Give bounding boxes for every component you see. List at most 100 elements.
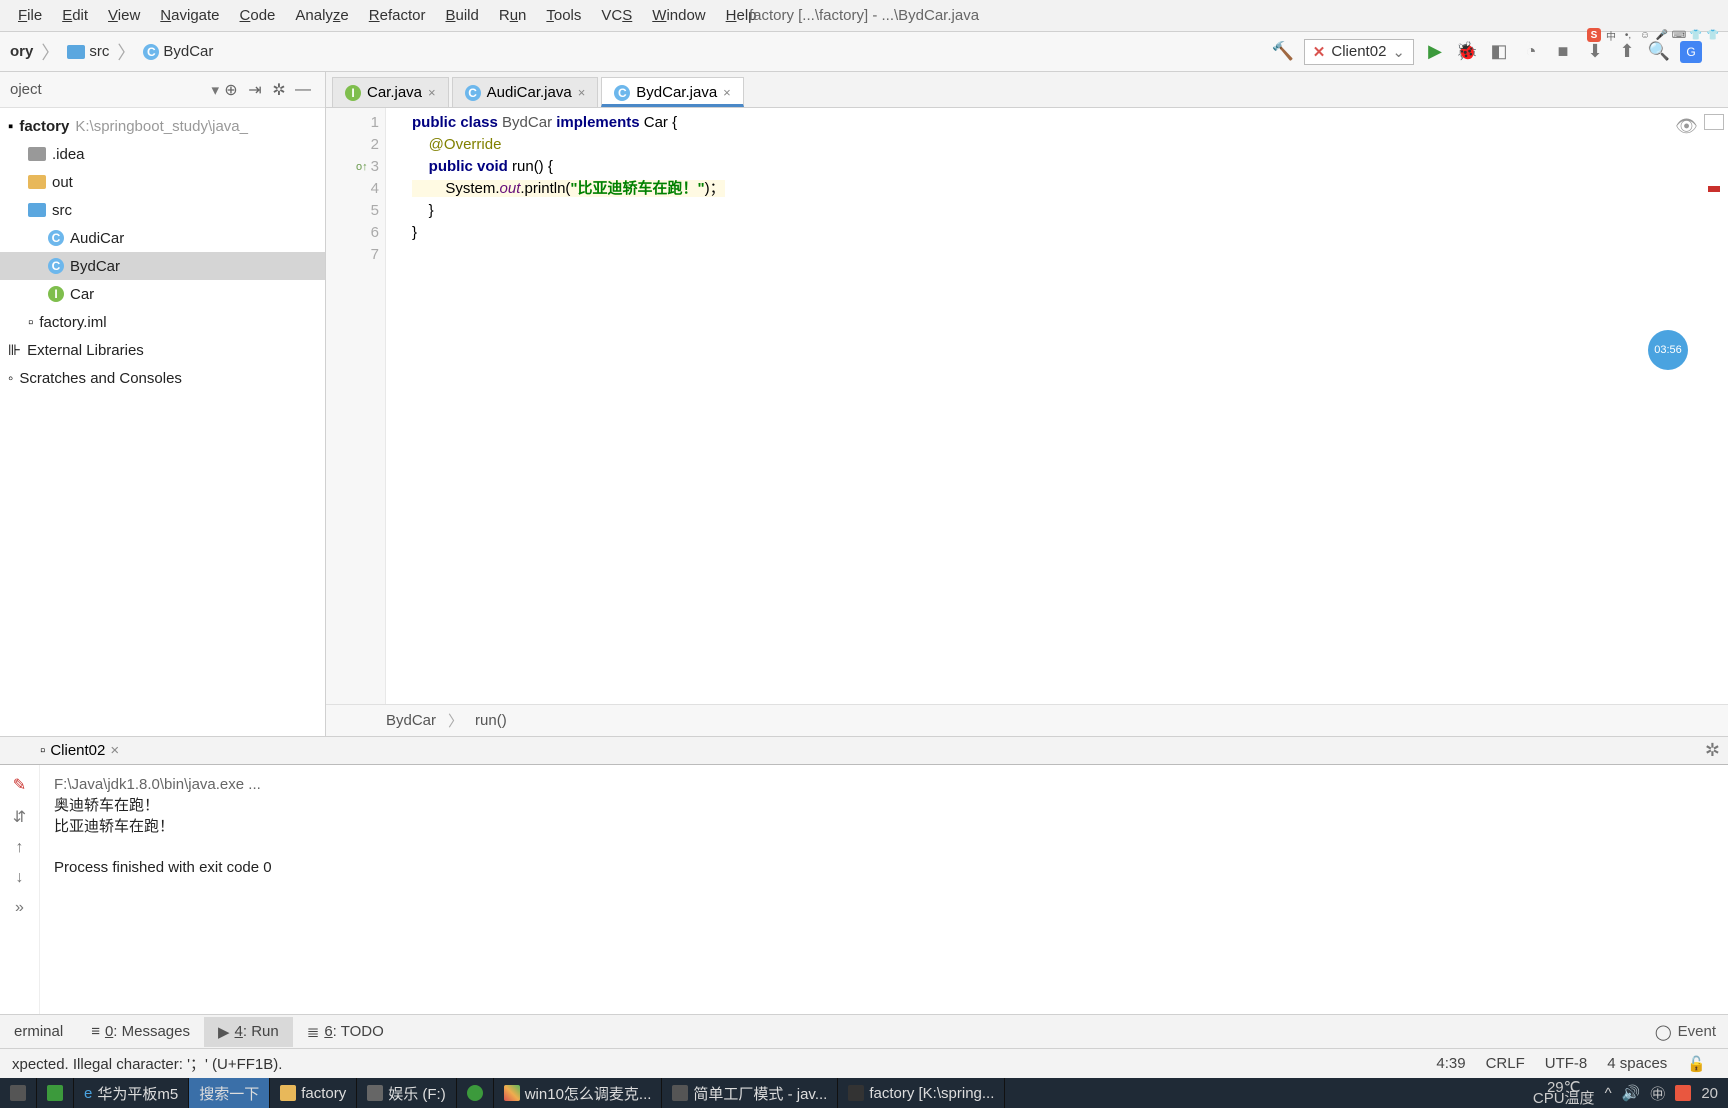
code-content[interactable]: public class BydCar implements Car { @Ov… bbox=[386, 108, 1668, 704]
menu-build[interactable]: Build bbox=[435, 3, 488, 28]
console-output[interactable]: F:\Java\jdk1.8.0\bin\java.exe ... 奥迪轿车在跑… bbox=[40, 765, 1728, 1014]
menu-view[interactable]: View bbox=[98, 3, 150, 28]
run-tab-client02[interactable]: ▫ Client02 × bbox=[30, 738, 129, 763]
tab-eventlog[interactable]: ◯Event bbox=[1655, 1023, 1728, 1041]
tree-project-root[interactable]: ▪ factory K:\springboot_study\java_ bbox=[0, 112, 325, 140]
code-editor[interactable]: 12o↑34567 public class BydCar implements… bbox=[326, 108, 1728, 704]
task-360[interactable] bbox=[37, 1078, 74, 1108]
tab-run[interactable]: ▶4: Run bbox=[204, 1017, 293, 1047]
class-icon: C bbox=[143, 44, 159, 60]
tray-volume-icon[interactable]: 🔊 bbox=[1622, 1084, 1641, 1102]
menu-window[interactable]: Window bbox=[642, 3, 715, 28]
menu-vcs[interactable]: VCS bbox=[591, 3, 642, 28]
tray-clock[interactable]: 20 bbox=[1701, 1085, 1718, 1102]
close-icon[interactable]: × bbox=[578, 85, 586, 100]
down-button[interactable]: ↓ bbox=[16, 869, 24, 887]
tray-chevron-icon[interactable]: ^ bbox=[1605, 1085, 1612, 1102]
stop-button[interactable]: ⇵ bbox=[13, 807, 26, 827]
tree-folder-src[interactable]: src bbox=[0, 196, 325, 224]
breadcrumb-root[interactable]: ory bbox=[6, 41, 37, 62]
profile-button[interactable]: ◔ bbox=[1520, 41, 1542, 63]
status-encoding[interactable]: UTF-8 bbox=[1535, 1055, 1598, 1072]
tree-file-bydcar[interactable]: CBydCar bbox=[0, 252, 325, 280]
breadcrumb-file[interactable]: CBydCar bbox=[139, 41, 217, 62]
task-start[interactable] bbox=[0, 1078, 37, 1108]
vcs-commit-button[interactable]: ⬆ bbox=[1616, 41, 1638, 63]
menu-edit[interactable]: Edit bbox=[52, 3, 98, 28]
menu-file[interactable]: File bbox=[8, 3, 52, 28]
tab-audicar[interactable]: CAudiCar.java× bbox=[452, 77, 599, 107]
debug-button[interactable]: 🐞 bbox=[1456, 41, 1478, 63]
collapse-icon[interactable]: ⇥ bbox=[243, 80, 267, 100]
interface-icon: I bbox=[48, 286, 64, 302]
toolbar: ory 〉 src 〉 CBydCar 🔨 ✕ Client02 ⌄ ▶ 🐞 ◧… bbox=[0, 32, 1728, 72]
error-stripe[interactable] bbox=[1708, 186, 1720, 192]
task-ie[interactable]: e华为平板m5 bbox=[74, 1078, 189, 1108]
status-eol[interactable]: CRLF bbox=[1476, 1055, 1535, 1072]
tree-scratches[interactable]: ◦Scratches and Consoles bbox=[0, 364, 325, 392]
task-search[interactable]: 搜索一下 bbox=[189, 1078, 270, 1108]
crumb-class[interactable]: BydCar bbox=[386, 712, 436, 729]
menu-code[interactable]: Code bbox=[230, 3, 286, 28]
coverage-button[interactable]: ◧ bbox=[1488, 41, 1510, 63]
tab-terminal[interactable]: erminal bbox=[0, 1017, 77, 1046]
tree-file-car[interactable]: ICar bbox=[0, 280, 325, 308]
task-browser[interactable]: 简单工厂模式 - jav... bbox=[662, 1078, 838, 1108]
task-chrome[interactable]: win10怎么调麦克... bbox=[494, 1078, 663, 1108]
sidebar-title[interactable]: oject bbox=[10, 81, 207, 98]
tree-external-libs[interactable]: ⊪External Libraries bbox=[0, 336, 325, 364]
breadcrumb-folder[interactable]: src bbox=[63, 41, 113, 62]
task-app[interactable] bbox=[457, 1078, 494, 1108]
gear-icon[interactable]: ✲ bbox=[1705, 740, 1720, 761]
chevron-right-icon: 〉 bbox=[448, 710, 463, 731]
stop-button[interactable]: ■ bbox=[1552, 41, 1574, 63]
more-button[interactable]: » bbox=[15, 899, 24, 917]
gear-icon[interactable]: ✲ bbox=[267, 80, 291, 100]
tab-messages[interactable]: ≡0: Messages bbox=[77, 1017, 204, 1046]
lock-icon[interactable]: 🔓 bbox=[1677, 1055, 1716, 1073]
hide-icon[interactable]: — bbox=[291, 81, 315, 99]
ime-indicator[interactable]: S中•,☺🎤⌨👕👕 bbox=[1587, 28, 1720, 42]
tab-todo[interactable]: ≣6: TODO bbox=[293, 1017, 398, 1047]
system-tray[interactable]: 29℃CPU温度 ^ 🔊 ㊥ 20 bbox=[1533, 1082, 1728, 1104]
tray-sogou-icon[interactable] bbox=[1675, 1085, 1691, 1101]
tab-car[interactable]: ICar.java× bbox=[332, 77, 449, 107]
menu-run[interactable]: Run bbox=[489, 3, 537, 28]
search-button[interactable]: 🔍 bbox=[1648, 41, 1670, 63]
tray-lang-icon[interactable]: ㊥ bbox=[1650, 1083, 1665, 1104]
menu-refactor[interactable]: Refactor bbox=[359, 3, 436, 28]
close-icon[interactable]: × bbox=[723, 85, 731, 100]
tree-file-iml[interactable]: ▫factory.iml bbox=[0, 308, 325, 336]
tree-folder-out[interactable]: out bbox=[0, 168, 325, 196]
task-intellij[interactable]: factory [K:\spring... bbox=[838, 1078, 1005, 1108]
status-indent[interactable]: 4 spaces bbox=[1597, 1055, 1677, 1072]
close-icon[interactable]: × bbox=[428, 85, 436, 100]
close-icon[interactable]: × bbox=[110, 742, 119, 759]
inspection-icon[interactable]: 👁 bbox=[1675, 116, 1698, 137]
override-mark-icon[interactable]: o↑ bbox=[356, 156, 368, 178]
menu-tools[interactable]: Tools bbox=[536, 3, 591, 28]
locate-icon[interactable]: ⊕ bbox=[219, 80, 243, 100]
run-config-selector[interactable]: ✕ Client02 ⌄ bbox=[1304, 39, 1414, 65]
status-position[interactable]: 4:39 bbox=[1426, 1055, 1475, 1072]
tree-file-audicar[interactable]: CAudiCar bbox=[0, 224, 325, 252]
up-button[interactable]: ↑ bbox=[16, 839, 24, 857]
floating-timer[interactable]: 03:56 bbox=[1648, 330, 1688, 370]
tree-folder-idea[interactable]: .idea bbox=[0, 140, 325, 168]
vcs-update-button[interactable]: ⬇ bbox=[1584, 41, 1606, 63]
menu-analyze[interactable]: Analyze bbox=[285, 3, 358, 28]
project-tree: ▪ factory K:\springboot_study\java_ .ide… bbox=[0, 108, 325, 396]
task-explorer-1[interactable]: factory bbox=[270, 1078, 357, 1108]
task-explorer-2[interactable]: 娱乐 (F:) bbox=[357, 1078, 457, 1108]
menu-navigate[interactable]: Navigate bbox=[150, 3, 229, 28]
chevron-down-icon[interactable]: ▾ bbox=[211, 81, 219, 99]
crumb-method[interactable]: run() bbox=[475, 712, 507, 729]
run-button[interactable]: ▶ bbox=[1424, 41, 1446, 63]
run-config-name: Client02 bbox=[1331, 43, 1386, 60]
minimap-icon[interactable] bbox=[1704, 114, 1724, 130]
rerun-button[interactable]: ✎ bbox=[13, 775, 26, 795]
tab-bydcar[interactable]: CBydCar.java× bbox=[601, 77, 743, 107]
module-icon: ▪ bbox=[8, 118, 13, 135]
translate-button[interactable]: G bbox=[1680, 41, 1702, 63]
build-icon[interactable]: 🔨 bbox=[1272, 41, 1294, 63]
